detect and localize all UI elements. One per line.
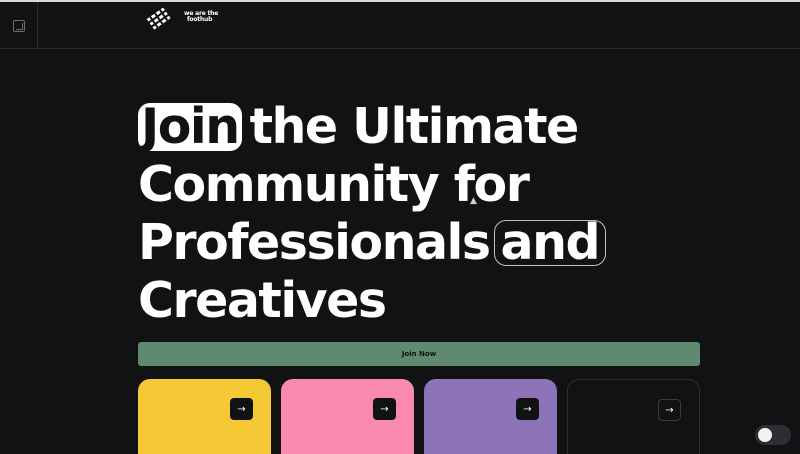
mouse-cursor-icon: ▲ (470, 196, 477, 206)
hero-line-4: Creatives (138, 272, 387, 329)
feature-card-yellow[interactable]: → (138, 379, 271, 454)
toggle-knob (758, 428, 772, 442)
join-now-label: Join Now (401, 350, 437, 358)
arrow-right-icon[interactable]: → (658, 399, 681, 421)
theme-toggle[interactable] (755, 425, 791, 445)
hero-outline-word: and (493, 218, 607, 267)
arrow-right-icon[interactable]: → (373, 398, 396, 420)
feature-card-pink[interactable]: → (281, 379, 414, 454)
feature-card-purple[interactable]: → (424, 379, 557, 454)
arrow-right-icon[interactable]: → (516, 398, 539, 420)
expand-button[interactable] (0, 2, 38, 49)
hero-highlight-word: Join (138, 102, 242, 151)
expand-icon (12, 19, 25, 32)
hero-line-2: Community for (138, 156, 530, 213)
feature-card-dark[interactable]: → (567, 379, 700, 454)
top-bar: we are the foothub (0, 0, 800, 49)
hero-heading: Join the Ultimate Community for Professio… (138, 98, 698, 330)
hero-line1-text: the Ultimate (249, 98, 580, 155)
brand-text-line2: foothub (187, 16, 213, 23)
brand-logo-icon[interactable] (146, 8, 172, 30)
brand-wordmark[interactable]: we are the foothub (184, 11, 224, 23)
join-now-button[interactable]: Join Now (138, 342, 700, 366)
hero-line-1: Join the Ultimate (138, 98, 698, 156)
hero-line-3: Professionals and (138, 214, 698, 272)
arrow-right-icon[interactable]: → (230, 398, 253, 420)
hero-line3-text: Professionals (138, 214, 491, 271)
